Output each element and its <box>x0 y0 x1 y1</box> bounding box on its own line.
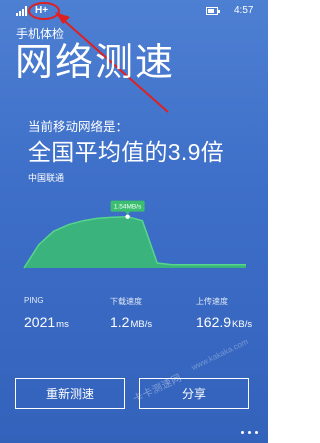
watermark-url: www.kakaka.com <box>190 336 250 373</box>
speed-area <box>24 216 246 268</box>
metric-label: 上传速度 <box>196 297 228 306</box>
metric-label: PING <box>24 296 44 305</box>
metric-value: 1.2 <box>110 314 130 330</box>
metric-value: 162.9 <box>196 314 232 330</box>
peak-point <box>125 214 130 219</box>
phone-screen: H+ 4:57 手机体检 网络测速 当前移动网络是： 全国平均值的3.9倍 中国… <box>0 0 268 443</box>
battery-icon <box>206 7 220 15</box>
metric-unit: ms <box>56 319 69 330</box>
speed-chart: 1.54MB/s <box>23 200 246 269</box>
retest-button[interactable]: 重新测速 <box>15 378 125 409</box>
app-title: 手机体检 <box>16 27 65 41</box>
network-type-highlight-circle <box>28 2 60 20</box>
metric-value: 2021 <box>24 314 56 330</box>
metric-unit: MB/s <box>130 319 153 330</box>
speed-comparison-text: 全国平均值的3.9倍 <box>28 139 224 165</box>
peak-label: 1.54MB/s <box>114 204 142 211</box>
metric-upload: 上传速度 162.9KB/s <box>196 296 252 330</box>
metric-label: 下载速度 <box>110 297 142 306</box>
metric-unit: KB/s <box>232 319 253 330</box>
clock: 4:57 <box>234 5 254 16</box>
metric-download: 下载速度 1.2MB/s <box>110 296 152 330</box>
more-options-icon[interactable] <box>239 431 265 437</box>
page-title: 网络测速 <box>15 42 176 84</box>
metric-ping: PING 2021ms <box>24 296 69 330</box>
status-bar: H+ 4:57 <box>0 0 268 22</box>
carrier-name: 中国联通 <box>28 173 65 183</box>
peak-badge-pointer <box>125 211 131 215</box>
